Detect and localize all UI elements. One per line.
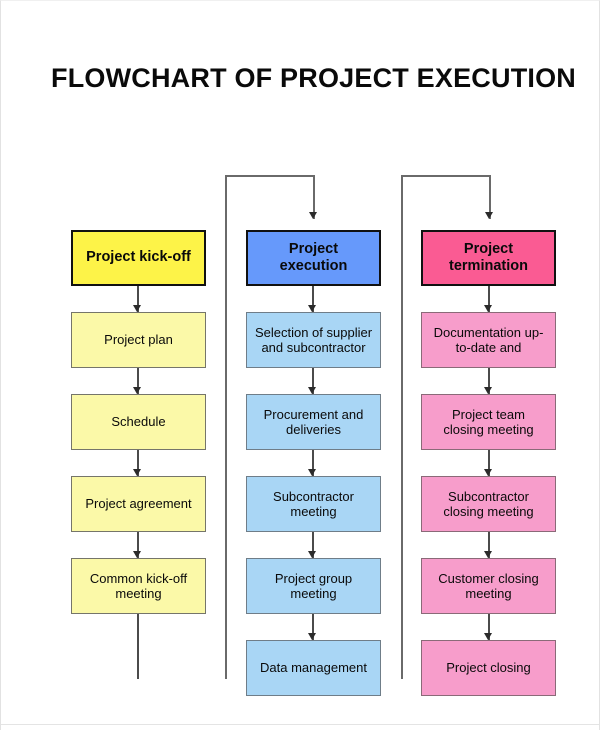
node-subcontractor-closing-meeting[interactable]: Subcontractor closing meeting — [421, 476, 556, 532]
node-project-closing[interactable]: Project closing — [421, 640, 556, 696]
elbow-termination-top — [401, 175, 490, 177]
node-project-team-closing-meeting[interactable]: Project team closing meeting — [421, 394, 556, 450]
node-project-termination[interactable]: Project termination — [421, 230, 556, 286]
node-label: Project termination — [427, 241, 550, 275]
node-label-line1: Project team — [452, 406, 525, 422]
node-label: Subcontractor closing meeting — [426, 489, 551, 520]
node-label-line1: Subcontractor — [448, 488, 529, 504]
flowchart-page: FLOWCHART OF PROJECT EXECUTION Project k… — [0, 0, 600, 730]
node-label: Project closing — [446, 660, 531, 676]
node-label: Customer closing meeting — [426, 571, 551, 602]
arrow-termination-2 — [484, 387, 492, 394]
node-label-line2: closing meeting — [443, 504, 534, 519]
node-label-line1: Documentation up- — [433, 324, 544, 340]
node-label-line2: to-date and — [455, 340, 522, 355]
node-label-line1: Project — [463, 240, 514, 257]
node-label: Documentation up- to-date and — [426, 325, 551, 356]
arrow-termination-1 — [484, 305, 492, 312]
arrow-termination-5 — [484, 633, 492, 640]
node-label: Project team closing meeting — [426, 407, 551, 438]
column-project-termination: Project termination Documentation up- to… — [1, 1, 599, 730]
node-customer-closing-meeting[interactable]: Customer closing meeting — [421, 558, 556, 614]
node-documentation-up-to-date[interactable]: Documentation up- to-date and — [421, 312, 556, 368]
node-label-line2: closing meeting — [443, 422, 534, 437]
node-label-line1: Customer closing — [438, 570, 539, 586]
arrow-termination-in — [485, 212, 493, 219]
arrow-termination-4 — [484, 551, 492, 558]
rail-termination-left — [401, 175, 403, 679]
node-label-line2: meeting — [465, 586, 512, 601]
node-label-line2: termination — [449, 258, 528, 274]
arrow-termination-3 — [484, 469, 492, 476]
flowchart-canvas: Project kick-off Project plan Schedule P… — [1, 1, 599, 730]
